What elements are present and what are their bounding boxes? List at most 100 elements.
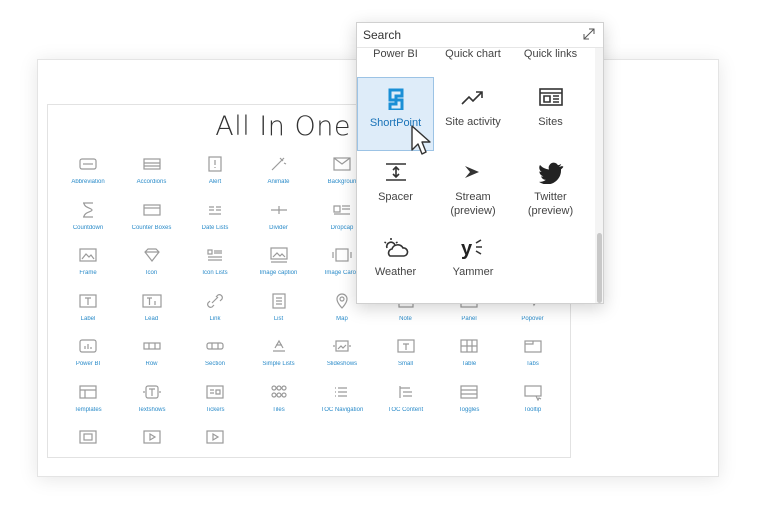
element-tile[interactable] <box>56 428 120 457</box>
element-tile[interactable]: Image caption <box>247 246 311 290</box>
diamond-icon <box>143 248 160 262</box>
element-tile[interactable]: Date Lists <box>183 201 247 245</box>
element-tile-label: Date Lists <box>201 224 229 231</box>
element-tile[interactable]: Alert <box>183 155 247 199</box>
element-tile[interactable]: Countdown <box>56 201 120 245</box>
templates-icon <box>79 384 97 399</box>
element-tile-label: Tabs <box>526 361 539 367</box>
element-tile-label: Panel <box>461 315 477 322</box>
element-tile[interactable] <box>120 428 184 457</box>
element-tile[interactable]: Section <box>183 337 247 381</box>
element-tile-label: Animate <box>267 179 290 185</box>
video-play-icon <box>142 430 161 444</box>
element-tile[interactable]: Tiles <box>247 383 311 427</box>
webpart-item[interactable]: Weather <box>357 227 434 301</box>
webpart-item[interactable]: Site activity <box>435 77 512 151</box>
element-tile[interactable]: Lead <box>120 292 184 336</box>
video-icon <box>79 430 97 444</box>
element-tile[interactable]: Simple Lists <box>247 337 311 381</box>
webpart-item[interactable]: Twitter (preview) <box>512 152 589 226</box>
element-tile[interactable]: Accordions <box>120 155 184 199</box>
element-tile[interactable]: Power BI <box>56 337 120 381</box>
image-carousel-icon <box>332 248 352 262</box>
webpart-item-label: Twitter (preview) <box>527 191 574 217</box>
webpart-item[interactable]: y Yammer <box>435 227 512 301</box>
element-tile[interactable]: TOC Content <box>374 383 438 427</box>
stream-icon <box>465 166 479 178</box>
element-tile[interactable]: Counter Boxes <box>120 201 184 245</box>
element-tile-label: Lead <box>144 315 159 322</box>
spacer-icon <box>385 163 406 181</box>
webpart-item-label[interactable]: Power BI <box>357 47 434 61</box>
webpart-picker: Power BIQuick chartQuick linksShortPoint… <box>356 22 604 304</box>
webpart-item[interactable]: Sites <box>512 77 589 151</box>
webpart-item-label: Spacer <box>378 191 413 203</box>
element-tile[interactable]: Animate <box>247 155 311 199</box>
element-tile-label: Table <box>461 361 477 367</box>
element-tile[interactable]: Small <box>374 337 438 381</box>
webpart-item-label: Site activity <box>445 116 501 128</box>
search-input[interactable] <box>363 27 573 43</box>
element-tile[interactable]: Tooltip <box>501 383 565 427</box>
element-tile[interactable] <box>183 428 247 457</box>
element-tile[interactable]: Row <box>120 337 184 381</box>
map-icon <box>336 292 348 309</box>
element-tile[interactable]: Templates <box>56 383 120 427</box>
section-icon <box>206 342 224 350</box>
element-tile-label: Tickers <box>205 406 225 413</box>
toc-content-icon <box>398 385 412 398</box>
scrollbar[interactable] <box>595 47 603 303</box>
element-tile-label: Link <box>209 315 221 322</box>
element-tile-label: TOC Navigation <box>320 406 364 413</box>
element-tile[interactable]: Table <box>437 337 501 381</box>
expand-icon[interactable] <box>582 27 596 41</box>
site-activity-icon <box>461 91 483 105</box>
video-player-icon <box>206 430 224 444</box>
twitter-icon <box>538 162 563 184</box>
sites-icon <box>538 88 563 106</box>
element-tile-label: Map <box>336 315 348 322</box>
element-tile[interactable]: Icon <box>120 246 184 290</box>
element-tile[interactable]: List <box>247 292 311 336</box>
lead-icon <box>141 293 162 308</box>
accordions-icon <box>142 158 161 170</box>
element-tile[interactable]: Frame <box>56 246 120 290</box>
webpart-list: Power BI Quick chart Quick links ShortPoint… <box>357 47 593 303</box>
tickers-icon <box>206 384 224 399</box>
element-tile-label: List <box>273 315 284 322</box>
element-tile[interactable]: Tabs <box>501 337 565 381</box>
element-tile-label: Abbreviation <box>71 179 105 185</box>
textshows-icon <box>142 384 161 399</box>
element-tile[interactable]: Icon Lists <box>183 246 247 290</box>
element-tile-label: Countdown <box>72 224 104 231</box>
scroll-thumb[interactable] <box>597 233 602 303</box>
webpart-item-label[interactable]: Quick chart <box>435 47 512 61</box>
row-icon <box>142 342 161 350</box>
element-tile[interactable]: Abbreviation <box>56 155 120 199</box>
countdown-icon <box>83 201 93 218</box>
toc-navigation-icon <box>335 386 347 397</box>
tiles-icon <box>270 384 287 398</box>
element-tile[interactable]: Tickers <box>183 383 247 427</box>
element-tile[interactable]: Link <box>183 292 247 336</box>
element-tile[interactable]: Textshows <box>120 383 184 427</box>
element-tile-label: Image caption <box>259 270 298 276</box>
yammer-icon: y <box>461 238 482 259</box>
element-tile[interactable]: Slideshows <box>310 337 374 381</box>
element-tile-label: Accordions <box>136 179 167 185</box>
webpart-item-label: Sites <box>538 116 563 128</box>
element-tile-label: Tooltip <box>523 406 542 413</box>
element-tile-label: Simple Lists <box>262 361 295 367</box>
webpart-item[interactable]: Stream (preview) <box>435 152 512 226</box>
webpart-item-label[interactable]: Quick links <box>512 47 589 61</box>
webpart-item[interactable]: Spacer <box>357 152 434 226</box>
element-tile[interactable]: Label <box>56 292 120 336</box>
element-tile-label: Power BI <box>75 361 101 367</box>
element-tile[interactable]: Divider <box>247 201 311 245</box>
slideshows-icon <box>333 340 351 352</box>
element-tile-label: Row <box>145 361 158 367</box>
element-tile[interactable]: Toggles <box>437 383 501 427</box>
power-bi-icon <box>79 339 97 353</box>
element-tile[interactable]: TOC Navigation <box>310 383 374 427</box>
toggles-icon <box>460 384 478 399</box>
